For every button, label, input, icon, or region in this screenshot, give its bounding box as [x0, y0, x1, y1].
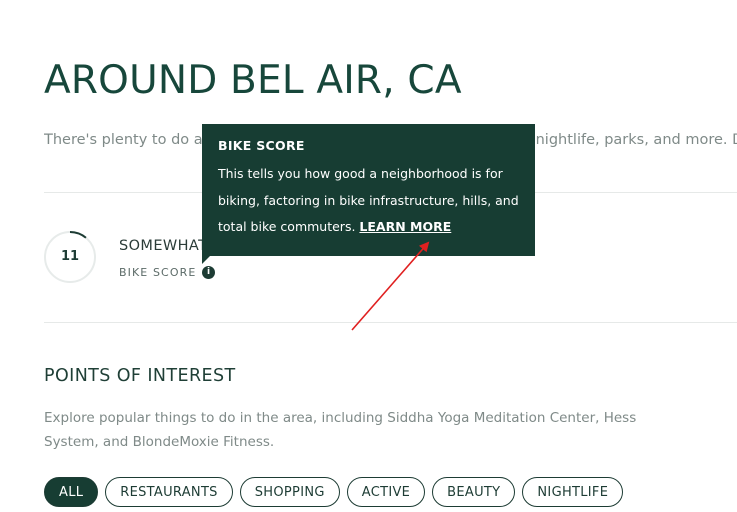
- filter-all[interactable]: ALL: [44, 477, 99, 507]
- bike-score-value: 11: [60, 249, 80, 264]
- filter-beauty[interactable]: BEAUTY: [432, 477, 516, 507]
- tooltip-body: This tells you how good a neighborhood i…: [218, 161, 519, 241]
- bike-score-name: BIKE SCORE: [119, 266, 197, 279]
- bike-score-tooltip: BIKE SCORE This tells you how good a nei…: [202, 124, 535, 256]
- filter-nightlife[interactable]: NIGHTLIFE: [522, 477, 624, 507]
- bike-score-ring: 11: [44, 231, 96, 283]
- poi-filter-chips: ALL RESTAURANTS SHOPPING ACTIVE BEAUTY N…: [44, 477, 624, 507]
- learn-more-link[interactable]: LEARN MORE: [359, 219, 451, 234]
- tooltip-pointer: [202, 256, 218, 264]
- info-icon[interactable]: i: [202, 266, 215, 279]
- points-of-interest-description: Explore popular things to do in the area…: [44, 410, 637, 450]
- filter-active[interactable]: ACTIVE: [346, 477, 426, 507]
- filter-restaurants[interactable]: RESTAURANTS: [105, 477, 233, 507]
- page-title: AROUND BEL AIR, CA: [44, 58, 462, 103]
- filter-shopping[interactable]: SHOPPING: [239, 477, 340, 507]
- divider: [44, 322, 737, 323]
- tooltip-title: BIKE SCORE: [218, 138, 305, 153]
- points-of-interest-heading: POINTS OF INTEREST: [44, 366, 236, 386]
